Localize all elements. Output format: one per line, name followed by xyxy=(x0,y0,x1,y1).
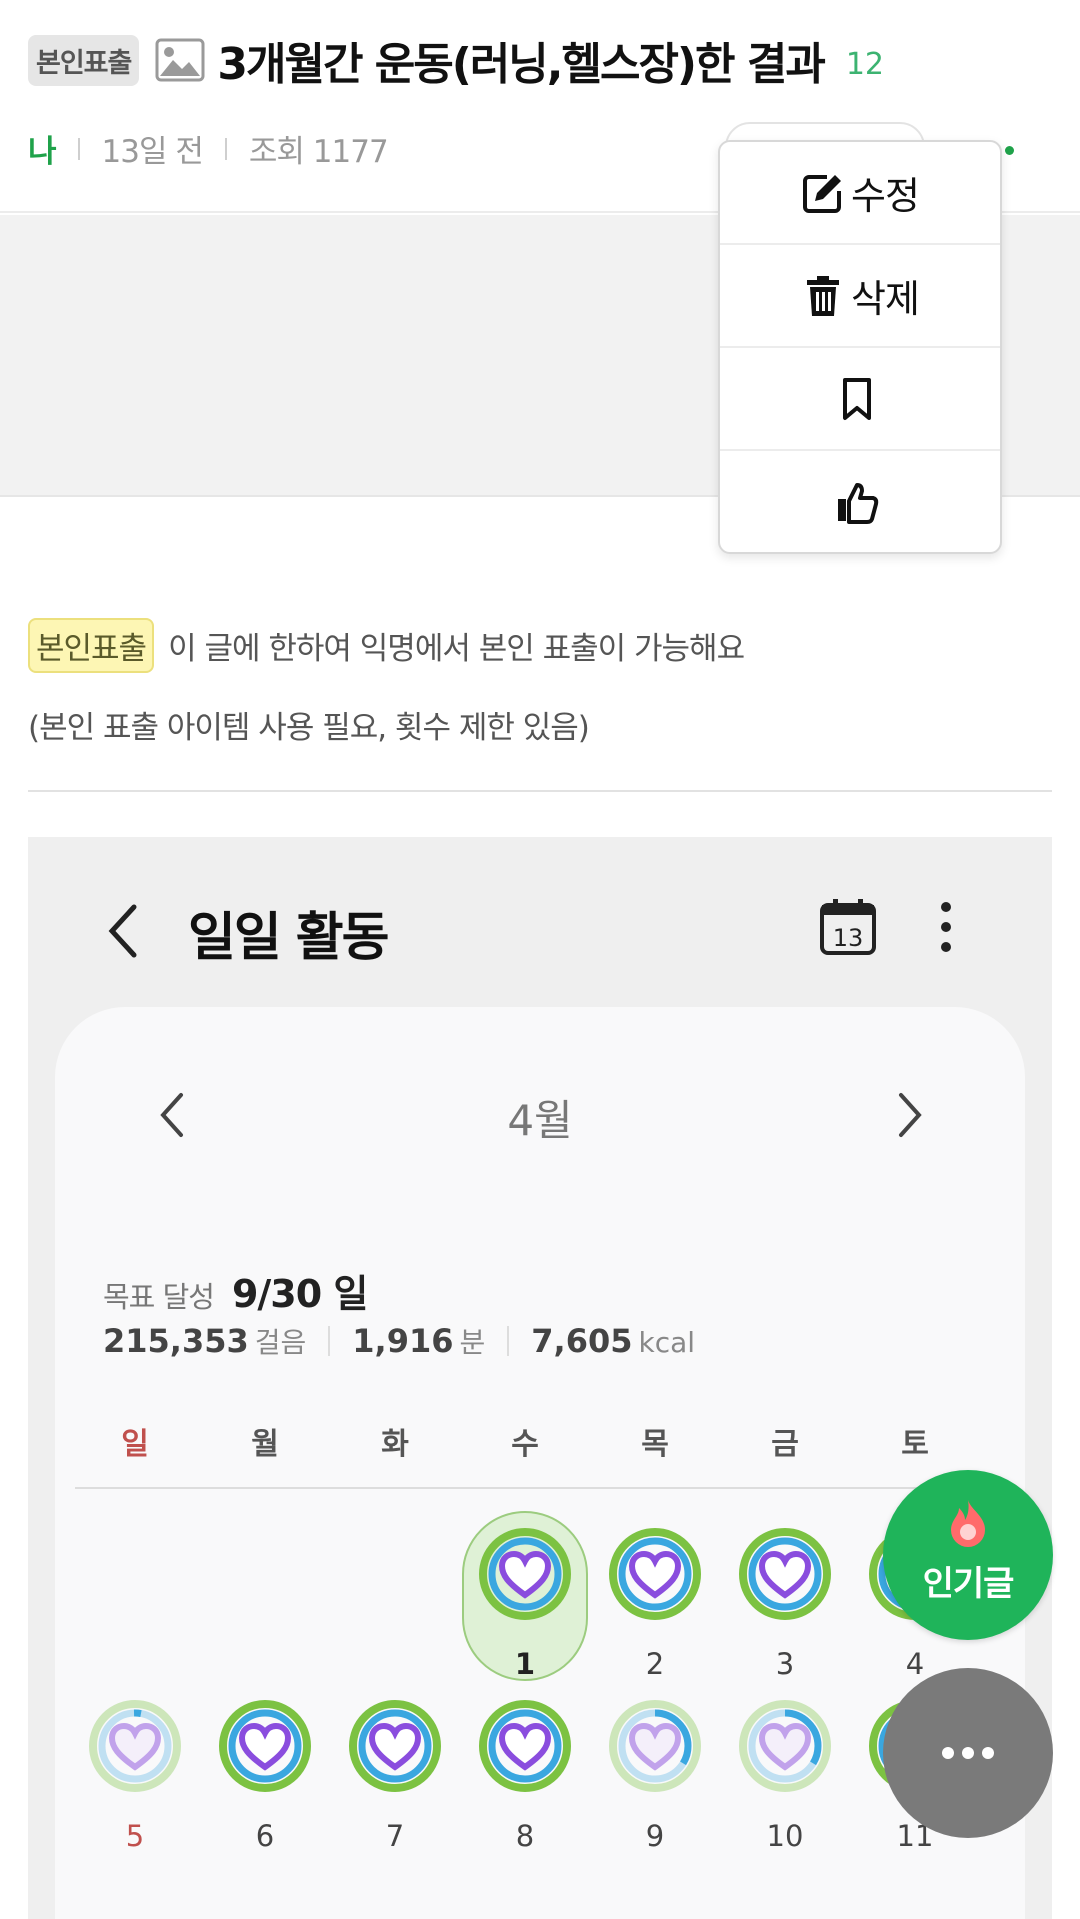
activity-ring-icon xyxy=(349,1700,441,1792)
activity-card: 4월 목표 달성 9/30 일 215,353 걸음 1,916 분 7,605… xyxy=(55,1007,1025,1919)
goal-summary: 목표 달성 9/30 일 xyxy=(103,1263,368,1318)
trash-icon xyxy=(807,275,840,316)
kcal-value: 7,605 xyxy=(531,1322,633,1360)
post-meta: 나 13일 전 조회 1177 xyxy=(28,126,389,171)
day-number: 6 xyxy=(255,1819,275,1853)
month-label: 4월 xyxy=(507,1096,573,1145)
app-bar: 일일 활동 13 xyxy=(28,837,1052,1012)
day-number: 1 xyxy=(514,1647,536,1681)
chevron-right-icon xyxy=(899,1093,922,1137)
meta-divider xyxy=(77,137,80,160)
weekday-label: 토 xyxy=(901,1427,929,1462)
kcal-unit: kcal xyxy=(638,1326,696,1359)
calendar-day[interactable]: 8 xyxy=(460,1699,590,1879)
notice-text: 이 글에 한하여 익명에서 본인 표출이 가능해요 xyxy=(168,631,745,667)
image-icon xyxy=(155,38,205,82)
content-divider xyxy=(28,790,1052,792)
post-title: 3개월간 운동(러닝,헬스장)한 결과 xyxy=(217,39,825,90)
weekday-label: 금 xyxy=(771,1427,799,1462)
more-button[interactable] xyxy=(883,1668,1053,1838)
calendar-day[interactable]: 9 xyxy=(590,1699,720,1879)
day-number: 7 xyxy=(385,1819,405,1853)
activity-ring-icon xyxy=(609,1700,701,1792)
calendar-day[interactable]: 6 xyxy=(200,1699,330,1879)
calendar-icon: 13 xyxy=(820,899,876,955)
edit-icon xyxy=(803,174,842,213)
reveal-notice: 본인표출 이 글에 한하여 익명에서 본인 표출이 가능해요 xyxy=(28,618,745,673)
thumbs-up-icon xyxy=(838,482,879,524)
title-row: 본인표출 3개월간 운동(러닝,헬스장)한 결과 12 xyxy=(28,28,884,92)
stats-summary: 215,353 걸음 1,916 분 7,605 kcal xyxy=(103,1321,695,1361)
more-options-dot[interactable] xyxy=(1005,146,1014,155)
calendar-day[interactable]: 5 xyxy=(70,1699,200,1879)
weekday-label: 일 xyxy=(121,1427,149,1462)
day-number: 9 xyxy=(645,1819,665,1853)
weekday-label: 수 xyxy=(511,1427,539,1462)
post-options-menu: 수정 삭제 xyxy=(718,140,1002,554)
goal-label: 목표 달성 xyxy=(103,1280,215,1314)
day-number: 8 xyxy=(515,1819,535,1853)
stat-divider xyxy=(507,1326,510,1356)
menu-item-like[interactable] xyxy=(720,451,1000,554)
activity-ring-icon xyxy=(219,1700,311,1792)
back-icon xyxy=(108,904,137,958)
day-number: 3 xyxy=(775,1647,795,1681)
popular-posts-label: 인기글 xyxy=(922,1564,1015,1604)
calendar-day[interactable]: 1 xyxy=(460,1511,590,1707)
activity-ring-icon xyxy=(609,1528,701,1620)
weekday-header: 일월화수목금토 xyxy=(55,1419,1025,1469)
steps-unit: 걸음 xyxy=(254,1326,307,1359)
calendar-day[interactable]: 10 xyxy=(720,1699,850,1879)
calendar-day[interactable]: 2 xyxy=(590,1527,720,1707)
bookmark-icon xyxy=(843,377,871,420)
app-title: 일일 활동 xyxy=(188,908,389,968)
author-name: 나 xyxy=(28,134,57,170)
activity-ring-icon xyxy=(479,1700,571,1792)
day-number: 10 xyxy=(766,1819,804,1853)
view-count: 조회 1177 xyxy=(248,134,389,170)
weekday-label: 목 xyxy=(641,1427,669,1462)
activity-ring-icon xyxy=(739,1528,831,1620)
fire-icon xyxy=(951,1500,985,1547)
meta-divider xyxy=(224,137,227,160)
goal-value: 9/30 일 xyxy=(231,1272,368,1316)
stat-divider xyxy=(328,1326,331,1356)
menu-item-edit[interactable]: 수정 xyxy=(720,142,1000,245)
popular-posts-button[interactable]: 인기글 xyxy=(883,1470,1053,1640)
calendar-day-text: 13 xyxy=(833,924,864,952)
post-time: 13일 전 xyxy=(101,134,204,170)
activity-ring-icon xyxy=(479,1528,571,1620)
activity-ring-icon xyxy=(89,1700,181,1792)
weekday-divider xyxy=(75,1487,985,1489)
reveal-badge: 본인표출 xyxy=(28,34,140,86)
activity-ring-icon xyxy=(739,1700,831,1792)
menu-item-label: 삭제 xyxy=(851,277,920,321)
calendar-day[interactable]: 3 xyxy=(720,1527,850,1707)
minutes-unit: 분 xyxy=(459,1326,486,1359)
day-number: 2 xyxy=(645,1647,665,1681)
menu-item-bookmark[interactable] xyxy=(720,348,1000,451)
minutes-value: 1,916 xyxy=(352,1322,454,1360)
weekday-label: 월 xyxy=(251,1427,279,1462)
calendar-day[interactable]: 7 xyxy=(330,1699,460,1879)
more-horizontal-icon xyxy=(942,1747,994,1759)
day-number: 5 xyxy=(125,1819,145,1853)
kebab-menu-icon xyxy=(941,902,951,952)
menu-item-label: 수정 xyxy=(851,174,920,218)
reveal-badge-yellow: 본인표출 xyxy=(28,618,155,673)
weekday-label: 화 xyxy=(381,1427,409,1462)
steps-value: 215,353 xyxy=(103,1322,249,1360)
menu-item-delete[interactable]: 삭제 xyxy=(720,245,1000,348)
comment-count[interactable]: 12 xyxy=(846,47,884,82)
notice-subtext: (본인 표출 아이템 사용 필요, 횟수 제한 있음) xyxy=(28,710,590,746)
